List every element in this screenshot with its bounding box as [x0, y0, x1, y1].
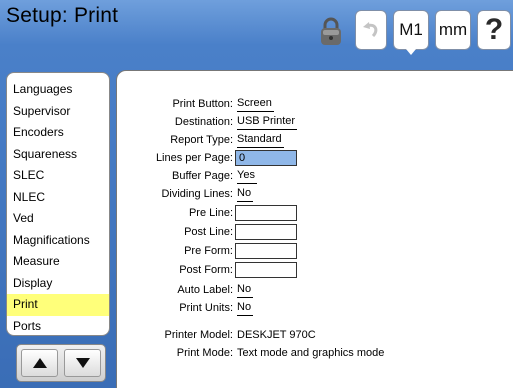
undo-icon	[363, 22, 378, 38]
lines-per-page-field[interactable]: 0	[235, 150, 297, 166]
report-type-label: Report Type:	[170, 134, 233, 146]
lock-icon[interactable]	[320, 16, 342, 46]
destination-value[interactable]: USB Printer	[237, 113, 298, 130]
dividing-lines-row: Dividing Lines: No	[117, 185, 513, 203]
printer-model-value: DESKJET 970C	[237, 329, 316, 341]
print-button-value[interactable]: Screen	[237, 95, 274, 112]
auto-label-value[interactable]: No	[237, 281, 254, 298]
report-type-row: Report Type: Standard	[117, 131, 513, 149]
page-title: Setup: Print	[6, 4, 119, 27]
sidebar-item-slec[interactable]: SLEC	[7, 165, 109, 187]
lines-per-page-label: Lines per Page:	[155, 152, 233, 164]
print-button-row: Print Button: Screen	[117, 95, 513, 113]
pre-line-field[interactable]	[235, 205, 297, 221]
pre-form-row: Pre Form:	[117, 242, 513, 260]
destination-row: Destination: USB Printer	[117, 113, 513, 131]
m1-button[interactable]: M1	[393, 10, 429, 50]
auto-label-row: Auto Label: No	[117, 281, 513, 299]
post-form-row: Post Form:	[117, 261, 513, 279]
pre-form-field[interactable]	[235, 243, 297, 259]
post-line-field[interactable]	[235, 224, 297, 240]
scroll-up-button[interactable]	[21, 349, 58, 377]
sidebar-item-ved[interactable]: Ved	[7, 208, 109, 230]
arrow-down-icon	[75, 358, 90, 368]
print-settings-panel: Print Button: Screen Destination: USB Pr…	[116, 70, 513, 388]
pre-line-label: Pre Line:	[188, 207, 233, 219]
sidebar-item-languages[interactable]: Languages	[7, 79, 109, 101]
sidebar-item-print[interactable]: Print	[7, 294, 109, 316]
print-units-label: Print Units:	[179, 302, 233, 314]
help-button[interactable]: ?	[477, 10, 511, 50]
sidebar-item-encoders[interactable]: Encoders	[7, 122, 109, 144]
dividing-lines-label: Dividing Lines:	[161, 188, 233, 200]
print-mode-label: Print Mode:	[176, 347, 233, 359]
destination-label: Destination:	[174, 116, 233, 128]
buffer-page-label: Buffer Page:	[172, 170, 233, 182]
print-units-row: Print Units: No	[117, 299, 513, 317]
sidebar-item-display[interactable]: Display	[7, 273, 109, 295]
post-form-label: Post Form:	[179, 264, 233, 276]
buffer-page-value[interactable]: Yes	[237, 167, 257, 184]
printer-model-row: Printer Model: DESKJET 970C	[117, 326, 513, 344]
dividing-lines-value[interactable]: No	[237, 185, 254, 202]
post-line-row: Post Line:	[117, 223, 513, 241]
units-button[interactable]: mm	[435, 10, 471, 50]
post-form-field[interactable]	[235, 262, 297, 278]
sidebar-item-nlec[interactable]: NLEC	[7, 187, 109, 209]
app-window: Setup: Print M1 mm ? Languages Superviso…	[0, 0, 513, 388]
title-bar: Setup: Print M1 mm ?	[0, 0, 513, 62]
pre-form-label: Pre Form:	[184, 245, 233, 257]
sidebar-item-squareness[interactable]: Squareness	[7, 144, 109, 166]
buffer-page-row: Buffer Page: Yes	[117, 167, 513, 185]
print-mode-row: Print Mode: Text mode and graphics mode	[117, 344, 513, 362]
post-line-label: Post Line:	[184, 226, 233, 238]
scroll-down-button[interactable]	[64, 349, 101, 377]
auto-label-label: Auto Label:	[177, 284, 233, 296]
print-button-label: Print Button:	[172, 98, 233, 110]
m1-pointer	[406, 49, 416, 55]
print-mode-value: Text mode and graphics mode	[237, 347, 385, 359]
setup-menu: Languages Supervisor Encoders Squareness…	[6, 72, 110, 336]
undo-button[interactable]	[355, 10, 387, 50]
scroll-buttons	[16, 344, 106, 382]
report-type-value[interactable]: Standard	[237, 131, 284, 148]
sidebar-item-magnifications[interactable]: Magnifications	[7, 230, 109, 252]
sidebar-item-supervisor[interactable]: Supervisor	[7, 101, 109, 123]
arrow-up-icon	[32, 358, 47, 368]
print-units-value[interactable]: No	[237, 299, 254, 316]
lines-per-page-row: Lines per Page: 0	[117, 149, 513, 167]
sidebar-item-measure[interactable]: Measure	[7, 251, 109, 273]
printer-model-label: Printer Model:	[164, 329, 233, 341]
sidebar-item-ports[interactable]: Ports	[7, 316, 109, 338]
pre-line-row: Pre Line:	[117, 204, 513, 222]
